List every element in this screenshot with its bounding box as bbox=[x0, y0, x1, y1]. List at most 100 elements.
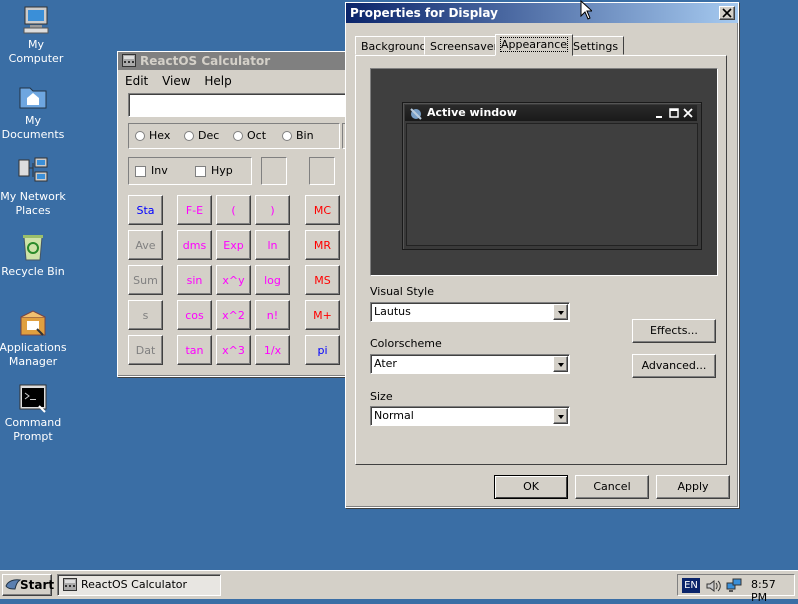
chevron-down-icon[interactable] bbox=[553, 304, 568, 320]
chevron-down-icon[interactable] bbox=[553, 408, 568, 424]
radio-oct-label: Oct bbox=[247, 129, 267, 142]
calc-button[interactable]: x^y bbox=[216, 265, 251, 295]
tab-background-label: Background bbox=[361, 40, 427, 53]
calc-button[interactable]: Exp bbox=[216, 230, 251, 260]
desktop-icon-label: Command Prompt bbox=[4, 416, 62, 443]
calc-button[interactable]: Sta bbox=[128, 195, 163, 225]
size-dropdown[interactable]: Normal bbox=[370, 406, 570, 426]
calculator-window[interactable]: ReactOS Calculator Edit View Help Hex De… bbox=[117, 51, 357, 377]
ok-button[interactable]: OK bbox=[494, 475, 568, 499]
calc-button[interactable]: MS bbox=[305, 265, 340, 295]
visual-style-dropdown[interactable]: Lautus bbox=[370, 302, 570, 322]
radio-dec-label: Dec bbox=[198, 129, 220, 142]
radio-dec[interactable]: Dec bbox=[184, 124, 219, 148]
cancel-button[interactable]: Cancel bbox=[575, 475, 649, 499]
advanced-button[interactable]: Advanced... bbox=[632, 354, 716, 378]
calc-button[interactable]: F-E bbox=[177, 195, 212, 225]
start-label: Start bbox=[20, 578, 55, 592]
calc-button[interactable]: 1/x bbox=[255, 335, 290, 365]
cancel-button-label: Cancel bbox=[593, 480, 631, 493]
calc-button[interactable]: Ave bbox=[128, 230, 163, 260]
tab-appearance[interactable]: Appearance bbox=[495, 34, 574, 56]
desktop-icon-command-prompt[interactable]: Command Prompt bbox=[0, 382, 69, 444]
checkbox-inv[interactable]: Inv bbox=[135, 158, 168, 184]
calc-button[interactable]: dms bbox=[177, 230, 212, 260]
radio-oct-circle bbox=[233, 131, 243, 141]
checkbox-hyp-label: Hyp bbox=[211, 164, 233, 177]
desktop-icon-applications-manager[interactable]: Applications Manager bbox=[0, 307, 69, 369]
calc-button[interactable]: s bbox=[128, 300, 163, 330]
calc-button-label: pi bbox=[317, 344, 328, 357]
taskbar-task-label: ReactOS Calculator bbox=[81, 578, 188, 591]
menu-help[interactable]: Help bbox=[204, 74, 231, 88]
calc-button-label: dms bbox=[182, 239, 207, 252]
tab-background[interactable]: Background bbox=[355, 36, 433, 55]
calc-button-label: ( bbox=[231, 204, 236, 217]
calc-button-label: sin bbox=[186, 274, 203, 287]
calc-button[interactable]: MR bbox=[305, 230, 340, 260]
calculator-titlebar[interactable]: ReactOS Calculator bbox=[118, 52, 356, 70]
calc-button[interactable]: cos bbox=[177, 300, 212, 330]
calc-button[interactable]: ) bbox=[255, 195, 290, 225]
start-logo-icon bbox=[5, 578, 22, 592]
desktop-icon-my-documents[interactable]: My Documents bbox=[0, 80, 69, 142]
dialog-titlebar[interactable]: Properties for Display bbox=[346, 3, 738, 23]
checkbox-inv-label: Inv bbox=[151, 164, 168, 177]
radio-dec-circle bbox=[184, 131, 194, 141]
network-status-icon[interactable] bbox=[726, 578, 742, 594]
maximize-icon bbox=[669, 106, 679, 120]
menu-view[interactable]: View bbox=[162, 74, 190, 88]
menu-edit[interactable]: Edit bbox=[125, 74, 148, 88]
radio-bin[interactable]: Bin bbox=[282, 124, 314, 148]
ok-button-label: OK bbox=[523, 480, 539, 493]
calc-button[interactable]: sin bbox=[177, 265, 212, 295]
colorscheme-dropdown[interactable]: Ater bbox=[370, 354, 570, 374]
language-indicator[interactable]: EN bbox=[682, 578, 700, 593]
tab-settings[interactable]: Settings bbox=[567, 36, 625, 55]
advanced-button-label: Advanced... bbox=[641, 359, 707, 372]
taskbar-task-calculator[interactable]: ReactOS Calculator bbox=[57, 574, 221, 596]
paren-indicator bbox=[309, 157, 335, 185]
calc-button[interactable]: ln bbox=[255, 230, 290, 260]
desktop-icon-my-computer[interactable]: My Computer bbox=[0, 4, 72, 66]
calc-button[interactable]: x^3 bbox=[216, 335, 251, 365]
calc-button-label: x^2 bbox=[222, 309, 245, 322]
radio-hex[interactable]: Hex bbox=[135, 124, 170, 148]
calc-button[interactable]: n! bbox=[255, 300, 290, 330]
calc-button[interactable]: pi bbox=[305, 335, 340, 365]
clock[interactable]: 8:57 PM bbox=[751, 578, 794, 604]
calc-button[interactable]: Sum bbox=[128, 265, 163, 295]
close-icon bbox=[683, 106, 693, 120]
calc-button[interactable]: M+ bbox=[305, 300, 340, 330]
calc-button-label: MC bbox=[313, 204, 332, 217]
chevron-down-icon[interactable] bbox=[553, 356, 568, 372]
radio-oct[interactable]: Oct bbox=[233, 124, 266, 148]
calculator-app-icon bbox=[122, 54, 136, 67]
checkbox-hyp-box bbox=[195, 165, 206, 177]
radio-hex-label: Hex bbox=[149, 129, 171, 142]
start-button[interactable]: Start bbox=[2, 574, 55, 596]
calc-button[interactable]: log bbox=[255, 265, 290, 295]
calc-button-label: x^3 bbox=[222, 344, 245, 357]
calc-button[interactable]: ( bbox=[216, 195, 251, 225]
calc-button[interactable]: tan bbox=[177, 335, 212, 365]
calc-button[interactable]: x^2 bbox=[216, 300, 251, 330]
checkbox-hyp[interactable]: Hyp bbox=[195, 158, 233, 184]
desktop-icon-my-network-places[interactable]: My Network Places bbox=[0, 156, 69, 218]
tab-screensaver[interactable]: Screensaver bbox=[424, 36, 505, 55]
calc-button-label: cos bbox=[185, 309, 204, 322]
calc-button[interactable]: MC bbox=[305, 195, 340, 225]
desktop-icon-recycle-bin[interactable]: Recycle Bin bbox=[0, 231, 69, 279]
calc-button-label: 1/x bbox=[263, 344, 282, 357]
calc-button[interactable]: Dat bbox=[128, 335, 163, 365]
close-icon[interactable] bbox=[719, 6, 735, 20]
tab-screensaver-label: Screensaver bbox=[430, 40, 499, 53]
recycle-bin-icon bbox=[17, 231, 49, 263]
radio-bin-circle bbox=[282, 131, 292, 141]
calc-button-label: s bbox=[142, 309, 149, 322]
display-properties-dialog[interactable]: Properties for Display Background Screen… bbox=[345, 2, 739, 508]
effects-button[interactable]: Effects... bbox=[632, 319, 716, 343]
applications-manager-icon bbox=[17, 307, 49, 339]
apply-button[interactable]: Apply bbox=[656, 475, 730, 499]
volume-icon[interactable] bbox=[705, 578, 721, 594]
